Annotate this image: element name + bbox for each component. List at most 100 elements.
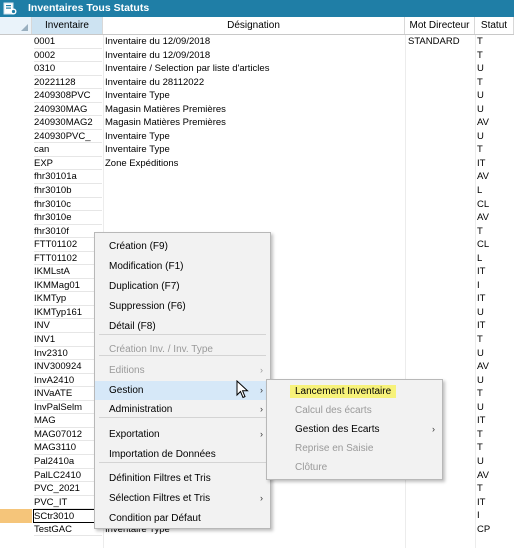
row-selector[interactable] <box>0 76 32 90</box>
cell-inventaire[interactable]: INV <box>34 319 102 334</box>
cell-statut[interactable]: T <box>477 387 513 400</box>
cell-statut[interactable]: T <box>477 143 513 156</box>
cell-inventaire[interactable]: IKMLstA <box>34 265 102 279</box>
cell-inventaire[interactable]: 0001 <box>34 35 102 49</box>
column-header-statut[interactable]: Statut <box>475 17 514 34</box>
cell-statut[interactable]: AV <box>477 211 513 224</box>
cell-statut[interactable]: CL <box>477 238 513 251</box>
select-all-corner[interactable] <box>0 17 32 34</box>
cell-statut[interactable]: I <box>477 509 513 522</box>
cell-inventaire[interactable]: fhr3010c <box>34 198 102 212</box>
row-selector[interactable] <box>0 482 32 496</box>
table-row[interactable]: 240930PVC_ Inventaire Type U <box>0 130 514 144</box>
table-row[interactable]: 2409308PVC Inventaire Type U <box>0 89 514 103</box>
cell-mot-directeur[interactable]: STANDARD <box>408 35 474 48</box>
row-selector[interactable] <box>0 387 32 401</box>
cell-inventaire[interactable]: IKMTyp <box>34 292 102 306</box>
table-row[interactable]: 20221128 Inventaire du 28112022 T <box>0 76 514 90</box>
row-selector[interactable] <box>0 103 32 117</box>
cell-inventaire[interactable]: IKMTyp161 <box>34 306 102 320</box>
row-selector[interactable] <box>0 374 32 388</box>
cell-inventaire[interactable]: InvA2410 <box>34 374 102 388</box>
context-menu-item[interactable]: Importation de Données <box>95 445 270 464</box>
row-selector[interactable] <box>0 414 32 428</box>
row-selector[interactable] <box>0 238 32 252</box>
cell-statut[interactable]: CP <box>477 523 513 536</box>
cell-inventaire[interactable]: PVC_IT <box>34 496 102 510</box>
cell-inventaire[interactable]: 240930MAG2 <box>34 116 102 130</box>
table-row[interactable]: fhr30101a AV <box>0 170 514 185</box>
row-selector[interactable] <box>0 116 32 130</box>
cell-inventaire[interactable]: Inv2310 <box>34 347 102 361</box>
row-selector[interactable] <box>0 265 32 279</box>
cell-statut[interactable]: IT <box>477 265 513 278</box>
row-selector[interactable] <box>0 347 32 361</box>
table-row[interactable]: 240930MAG2 Magasin Matières Premières AV <box>0 116 514 130</box>
cell-inventaire[interactable]: 20221128 <box>34 76 102 90</box>
cell-inventaire[interactable]: FTT01102 <box>34 252 102 266</box>
cell-inventaire[interactable]: IKMMag01 <box>34 279 102 293</box>
table-row[interactable]: fhr3010b L <box>0 184 514 198</box>
row-selector[interactable] <box>0 62 32 76</box>
context-menu-item[interactable]: Sélection Filtres et Tris › <box>95 489 270 508</box>
cell-inventaire[interactable]: INV300924 <box>34 360 102 374</box>
cell-statut[interactable]: IT <box>477 292 513 305</box>
cell-inventaire[interactable]: MAG <box>34 414 102 428</box>
table-row[interactable]: EXP Zone Expéditions IT <box>0 157 514 171</box>
context-menu-item[interactable]: Duplication (F7) <box>95 277 270 296</box>
cell-statut[interactable]: T <box>477 482 513 495</box>
table-row[interactable]: 0310 Inventaire / Selection par liste d'a… <box>0 62 514 76</box>
cell-statut[interactable]: IT <box>477 319 513 332</box>
cell-statut[interactable]: T <box>477 428 513 441</box>
row-selector[interactable] <box>0 143 32 157</box>
row-selector[interactable] <box>0 509 32 523</box>
cell-designation[interactable]: Inventaire du 28112022 <box>105 76 405 89</box>
context-menu-item[interactable]: Modification (F1) <box>95 257 270 276</box>
cell-statut[interactable]: T <box>477 35 513 48</box>
cell-statut[interactable]: L <box>477 184 513 197</box>
row-selector[interactable] <box>0 130 32 144</box>
row-selector[interactable] <box>0 225 32 239</box>
table-row[interactable]: fhr3010c CL <box>0 198 514 212</box>
cell-statut[interactable]: U <box>477 306 513 319</box>
cell-inventaire[interactable]: 0310 <box>34 62 102 76</box>
cell-designation[interactable]: Inventaire / Selection par liste d'artic… <box>105 62 405 75</box>
cell-inventaire[interactable]: MAG3110 <box>34 441 102 455</box>
row-selector[interactable] <box>0 441 32 455</box>
table-row[interactable]: fhr3010e AV <box>0 211 514 225</box>
row-selector[interactable] <box>0 455 32 469</box>
cell-inventaire[interactable]: PalLC2410 <box>34 469 102 483</box>
cell-statut[interactable]: IT <box>477 496 513 509</box>
cell-inventaire[interactable]: fhr3010e <box>34 211 102 225</box>
cell-statut[interactable]: U <box>477 401 513 414</box>
cell-statut[interactable]: T <box>477 441 513 454</box>
cell-inventaire[interactable]: INV1 <box>34 333 102 347</box>
cell-inventaire[interactable]: can <box>34 143 102 157</box>
cell-statut[interactable]: U <box>477 347 513 360</box>
row-selector[interactable] <box>0 279 32 293</box>
row-selector[interactable] <box>0 401 32 415</box>
cell-statut[interactable]: U <box>477 89 513 102</box>
row-selector[interactable] <box>0 35 32 49</box>
row-selector[interactable] <box>0 306 32 320</box>
cell-statut[interactable]: AV <box>477 170 513 183</box>
submenu-item[interactable]: Lancement Inventaire <box>267 382 442 401</box>
cell-designation[interactable]: Inventaire Type <box>105 143 405 156</box>
cell-inventaire[interactable]: MAG07012 <box>34 428 102 442</box>
table-row[interactable]: can Inventaire Type T <box>0 143 514 157</box>
cell-designation[interactable]: Inventaire du 12/09/2018 <box>105 49 405 62</box>
cell-statut[interactable]: U <box>477 374 513 387</box>
row-selector[interactable] <box>0 252 32 266</box>
row-selector[interactable] <box>0 170 32 184</box>
row-selector[interactable] <box>0 198 32 212</box>
cell-statut[interactable]: U <box>477 103 513 116</box>
cell-inventaire[interactable]: 240930PVC_ <box>34 130 102 144</box>
row-selector[interactable] <box>0 292 32 306</box>
cell-statut[interactable]: L <box>477 252 513 265</box>
cell-statut[interactable]: IT <box>477 414 513 427</box>
row-selector[interactable] <box>0 319 32 333</box>
cell-statut[interactable]: AV <box>477 469 513 482</box>
row-selector[interactable] <box>0 49 32 63</box>
submenu-item[interactable]: Gestion des Ecarts › <box>267 420 442 439</box>
table-row[interactable]: 0001 Inventaire du 12/09/2018 STANDARD T <box>0 35 514 49</box>
